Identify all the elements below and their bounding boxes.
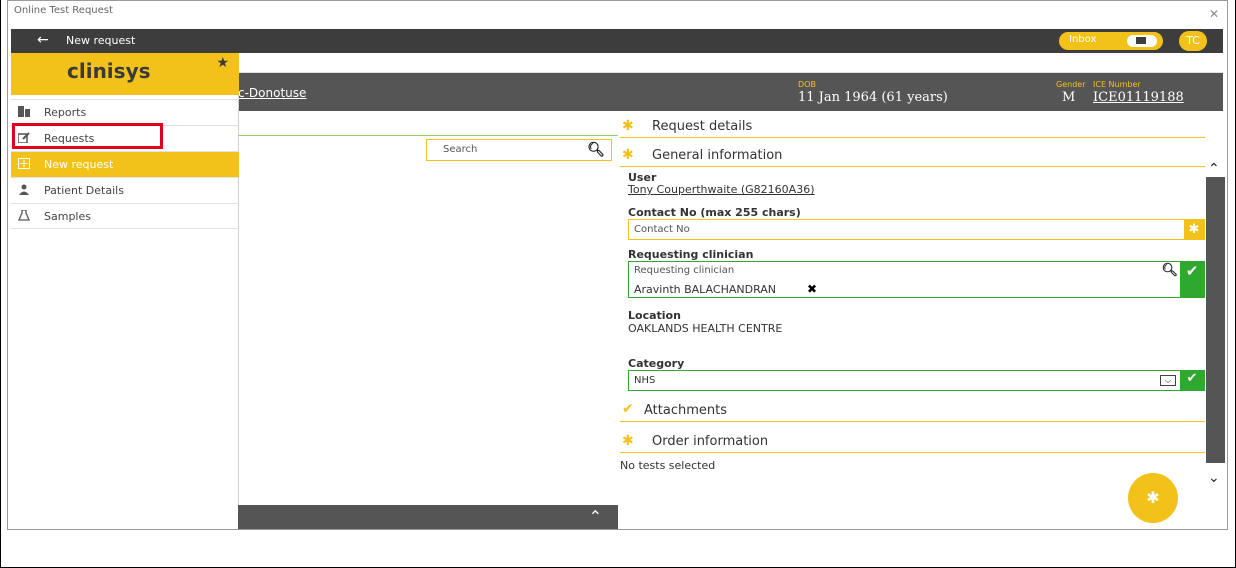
sidebar-item-samples[interactable]: Samples — [11, 203, 239, 229]
chevron-up-icon[interactable]: ⌃ — [1208, 161, 1220, 177]
dob-caption: DOB — [798, 80, 816, 89]
bottom-bar: ⌃ — [238, 505, 618, 529]
category-label: Category — [628, 357, 685, 370]
pin-icon[interactable]: ★ — [216, 55, 229, 71]
sidebar-item-patient-details[interactable]: Patient Details — [11, 177, 239, 203]
no-tests-message: No tests selected — [620, 459, 716, 472]
sidebar-item-reports[interactable]: Reports — [11, 99, 239, 125]
inbox-label: Inbox — [1069, 34, 1097, 45]
remove-icon[interactable]: ✖ — [807, 282, 817, 296]
gender-value: M — [1062, 90, 1076, 105]
scrollbar-thumb[interactable] — [1206, 177, 1225, 463]
toolbar-strip — [238, 53, 1223, 73]
person-icon — [19, 184, 29, 195]
search-placeholder: Search — [443, 144, 478, 155]
back-arrow-icon[interactable]: ← — [37, 32, 49, 48]
patient-name-link[interactable]: c-Donotuse — [238, 86, 306, 100]
top-bar: ← New request Inbox TC — [11, 29, 1223, 53]
sidebar-item-new-request[interactable]: New request — [11, 151, 239, 177]
section-general-information[interactable]: ✱ General information — [620, 143, 1205, 167]
clinician-label: Requesting clinician — [628, 248, 754, 261]
asterisk-icon: ✱ — [622, 147, 634, 163]
mail-icon — [1127, 35, 1157, 47]
section-title: Attachments — [644, 403, 727, 418]
search-icon[interactable]: 🔍︎ — [587, 142, 605, 158]
category-select[interactable]: NHS ⌵ ✔ — [628, 370, 1205, 391]
check-icon: ✔ — [1180, 371, 1204, 390]
logo: clinisys — [67, 59, 151, 83]
clinician-placeholder: Requesting clinician — [634, 265, 735, 276]
sidebar-item-label: Patient Details — [44, 184, 124, 197]
reports-icon — [18, 106, 30, 117]
requests-highlight-box — [12, 123, 163, 149]
asterisk-icon: ✱ — [622, 118, 634, 134]
back-button-label[interactable]: New request — [66, 34, 135, 47]
user-link[interactable]: Tony Couperthwaite (G82160A36) — [628, 183, 815, 196]
required-asterisk-icon: ✱ — [1184, 220, 1204, 239]
section-title: Order information — [652, 434, 769, 449]
tab-underline — [238, 124, 618, 136]
inbox-button[interactable]: Inbox — [1059, 32, 1163, 50]
action-fab-button[interactable]: ✱ — [1128, 473, 1178, 523]
section-title: Request details — [652, 119, 753, 134]
ice-number-link[interactable]: ICE01119188 — [1093, 90, 1184, 105]
sidebar-item-label: New request — [44, 158, 114, 171]
clinician-value: Aravinth BALACHANDRAN — [634, 283, 777, 296]
plus-box-icon — [18, 158, 30, 169]
section-request-details[interactable]: ✱ Request details — [620, 114, 1205, 138]
window-title: Online Test Request — [14, 5, 113, 16]
search-input[interactable]: Search 🔍︎ — [426, 139, 612, 161]
category-value: NHS — [634, 375, 656, 386]
contact-label: Contact No (max 255 chars) — [628, 206, 801, 219]
gender-caption: Gender — [1056, 80, 1086, 89]
request-form-panel: ✱ Request details ✱ General information … — [620, 111, 1217, 531]
avatar[interactable]: TC — [1179, 31, 1207, 51]
sidebar-item-label: Reports — [44, 106, 87, 119]
asterisk-icon: ✱ — [622, 433, 634, 449]
location-label: Location — [628, 309, 681, 322]
search-icon[interactable]: 🔍︎ — [1161, 263, 1178, 278]
contact-placeholder: Contact No — [634, 224, 690, 235]
chevron-down-icon[interactable]: ⌵ — [1160, 375, 1176, 386]
close-icon[interactable]: ✕ — [1209, 4, 1219, 24]
location-value: OAKLANDS HEALTH CENTRE — [628, 322, 783, 335]
chevron-down-icon[interactable]: ⌄ — [1208, 470, 1220, 486]
logo-panel: clinisys ★ — [11, 53, 239, 95]
ice-number-caption: ICE Number — [1093, 80, 1141, 89]
window-titlebar: Online Test Request ✕ — [8, 1, 1227, 25]
dob-value: 11 Jan 1964 (61 years) — [798, 90, 948, 105]
chevron-up-icon[interactable]: ⌃ — [589, 507, 602, 526]
section-order-information[interactable]: ✱ Order information — [620, 429, 1205, 453]
contact-no-field[interactable]: Contact No ✱ — [628, 219, 1205, 240]
sidebar: clinisys ★ Reports Requests New request … — [11, 53, 239, 529]
requesting-clinician-field[interactable]: Requesting clinician 🔍︎ ✔ Aravinth BALAC… — [628, 261, 1205, 298]
app-window: Online Test Request ✕ ← New request Inbo… — [7, 0, 1228, 530]
section-title: General information — [652, 148, 783, 163]
patient-banner: c-Donotuse DOB 11 Jan 1964 (61 years) Ge… — [238, 73, 1223, 111]
section-attachments[interactable]: ✔ Attachments — [620, 398, 1205, 422]
sidebar-item-label: Samples — [44, 210, 91, 223]
check-icon: ✔ — [1180, 262, 1204, 297]
check-icon: ✔ — [622, 401, 634, 417]
flask-icon — [18, 210, 30, 221]
